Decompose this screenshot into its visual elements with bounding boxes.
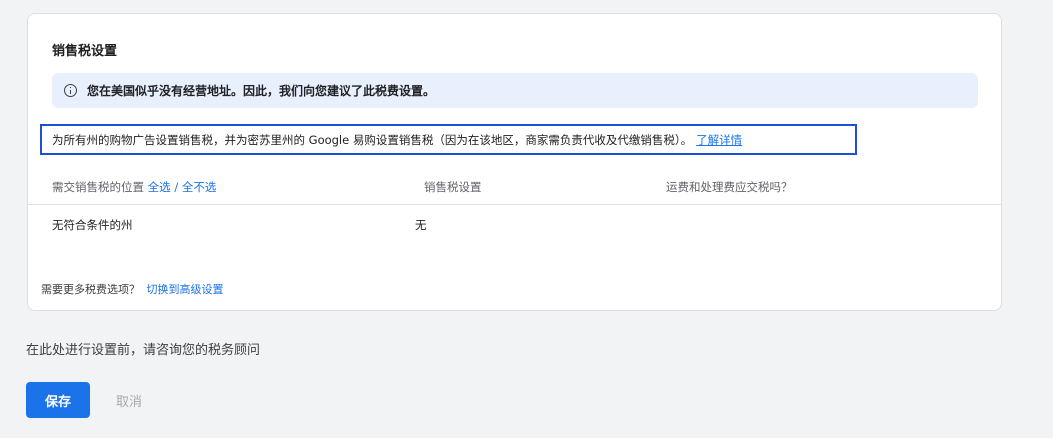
info-banner-text: 您在美国似乎没有经营地址。因此，我们向您建议了此税费设置。 [87,84,436,98]
consult-advisor-text: 在此处进行设置前，请咨询您的税务顾问 [26,343,261,358]
save-button[interactable]: 保存 [26,382,90,418]
table-row: 无符合条件的州 无 [28,205,1001,241]
info-banner: 您在美国似乎没有经营地址。因此，我们向您建议了此税费设置。 [52,73,978,108]
header-shipping-taxable: 运费和处理费应交税吗？ [666,180,793,194]
header-location-label: 需交销售税的位置 [52,180,144,194]
switch-advanced-settings-link[interactable]: 切换到高级设置 [147,283,224,296]
tax-description: 为所有州的购物广告设置销售税，并为密苏里州的 Google 易购设置销售税（因为… [40,124,857,155]
table-header: 需交销售税的位置 全选 / 全不选 销售税设置 运费和处理费应交税吗？ [28,172,1001,205]
sales-tax-settings-card: 销售税设置 您在美国似乎没有经营地址。因此，我们向您建议了此税费设置。 为所有州… [27,13,1002,311]
select-all-link[interactable]: 全选 [148,180,171,194]
select-separator: / [174,180,179,194]
card-title: 销售税设置 [52,44,118,59]
header-location: 需交销售税的位置 全选 / 全不选 [52,179,216,195]
info-icon [64,84,77,97]
learn-more-link[interactable]: 了解详情 [696,132,742,148]
row-tax-setting: 无 [415,218,427,232]
row-location: 无符合条件的州 [52,218,133,232]
cancel-button[interactable]: 取消 [104,382,154,418]
more-tax-options: 需要更多税费选项？ 切换到高级设置 [41,281,224,297]
header-tax-setting: 销售税设置 [424,180,482,194]
tax-description-text: 为所有州的购物广告设置销售税，并为密苏里州的 Google 易购设置销售税（因为… [52,132,693,147]
more-options-text: 需要更多税费选项？ [41,283,140,296]
select-none-link[interactable]: 全不选 [182,180,217,194]
